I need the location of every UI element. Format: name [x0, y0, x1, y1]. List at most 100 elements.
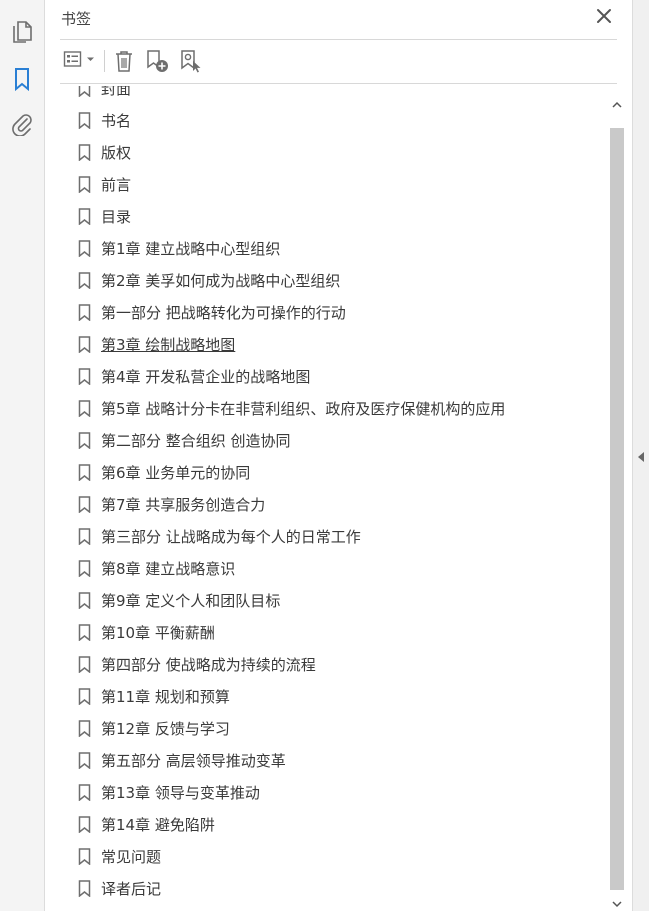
bookmark-item[interactable]: 版权 — [60, 136, 610, 168]
bookmark-icon — [78, 336, 91, 354]
scroll-thumb[interactable] — [610, 128, 624, 890]
panel-title: 书签 — [61, 10, 92, 28]
bookmark-item[interactable]: 第11章 规划和预算 — [60, 680, 610, 712]
bookmark-label: 第四部分 使战略成为持续的流程 — [101, 656, 316, 674]
bookmark-label: 第2章 美孚如何成为战略中心型组织 — [101, 272, 341, 290]
scroll-up-icon[interactable] — [612, 95, 622, 108]
bookmark-label: 第12章 反馈与学习 — [101, 720, 230, 738]
bookmark-icon — [78, 176, 91, 194]
bookmark-item[interactable]: 第12章 反馈与学习 — [60, 712, 610, 744]
bookmark-label: 第五部分 高层领导推动变革 — [101, 752, 286, 770]
bookmark-label: 目录 — [101, 208, 132, 226]
bookmark-label: 第5章 战略计分卡在非营利组织、政府及医疗保健机构的应用 — [101, 400, 506, 418]
bookmark-label: 第1章 建立战略中心型组织 — [101, 240, 281, 258]
bookmark-icon — [78, 592, 91, 610]
bookmark-list: 封面书名版权前言目录第1章 建立战略中心型组织第2章 美孚如何成为战略中心型组织… — [60, 86, 610, 908]
divider — [60, 83, 617, 84]
bookmark-label: 译者后记 — [101, 880, 162, 898]
collapse-arrow-icon — [637, 448, 645, 462]
bookmark-icon — [78, 112, 91, 130]
bookmark-label: 第9章 定义个人和团队目标 — [101, 592, 281, 610]
bookmark-item[interactable]: 第三部分 让战略成为每个人的日常工作 — [60, 520, 610, 552]
bookmark-label: 前言 — [101, 176, 132, 194]
scroll-down-icon[interactable] — [612, 894, 622, 908]
bookmark-label: 第二部分 整合组织 创造协同 — [101, 432, 291, 450]
bookmark-label: 第13章 领导与变革推动 — [101, 784, 260, 802]
new-bookmark-icon[interactable] — [144, 48, 170, 74]
bookmark-item[interactable]: 第二部分 整合组织 创造协同 — [60, 424, 610, 456]
bookmark-icon — [78, 464, 91, 482]
bookmark-item[interactable]: 第13章 领导与变革推动 — [60, 776, 610, 808]
bookmark-item[interactable]: 封面 — [60, 86, 610, 104]
delete-icon[interactable] — [112, 48, 136, 74]
bookmark-label: 第三部分 让战略成为每个人的日常工作 — [101, 528, 361, 546]
bookmark-panel-icon[interactable] — [9, 66, 35, 92]
bookmark-item[interactable]: 第10章 平衡薪酬 — [60, 616, 610, 648]
bookmark-label: 常见问题 — [101, 848, 162, 866]
bookmark-icon — [78, 432, 91, 450]
bookmark-item[interactable]: 第2章 美孚如何成为战略中心型组织 — [60, 264, 610, 296]
bookmark-label: 第一部分 把战略转化为可操作的行动 — [101, 304, 346, 322]
bookmark-item[interactable]: 目录 — [60, 200, 610, 232]
bookmark-label: 第7章 共享服务创造合力 — [101, 496, 266, 514]
pages-icon[interactable] — [9, 19, 35, 45]
bookmark-label: 版权 — [101, 144, 132, 162]
bookmarks-toolbar — [60, 46, 620, 76]
bookmark-item[interactable]: 第5章 战略计分卡在非营利组织、政府及医疗保健机构的应用 — [60, 392, 610, 424]
bookmark-label: 第11章 规划和预算 — [101, 688, 230, 706]
options-button[interactable] — [62, 48, 98, 74]
bookmark-item[interactable]: 常见问题 — [60, 840, 610, 872]
close-icon[interactable] — [595, 7, 613, 25]
bookmark-icon — [78, 816, 91, 834]
bookmark-item[interactable]: 第6章 业务单元的协同 — [60, 456, 610, 488]
bookmark-label: 书名 — [101, 112, 132, 130]
bookmark-item[interactable]: 第四部分 使战略成为持续的流程 — [60, 648, 610, 680]
options-icon — [63, 49, 97, 73]
bookmark-item[interactable]: 第7章 共享服务创造合力 — [60, 488, 610, 520]
bookmark-list-content: 封面书名版权前言目录第1章 建立战略中心型组织第2章 美孚如何成为战略中心型组织… — [60, 86, 610, 904]
bookmark-label: 第8章 建立战略意识 — [101, 560, 236, 578]
bookmark-icon — [78, 720, 91, 738]
right-pane-toggle[interactable] — [632, 0, 649, 911]
bookmark-icon — [78, 560, 91, 578]
bookmark-icon — [78, 86, 91, 98]
bookmark-icon — [78, 624, 91, 642]
divider — [60, 39, 617, 40]
bookmark-label: 封面 — [101, 86, 132, 98]
bookmark-label: 第10章 平衡薪酬 — [101, 624, 215, 642]
bookmark-item[interactable]: 第8章 建立战略意识 — [60, 552, 610, 584]
bookmark-from-structure-icon[interactable] — [178, 48, 204, 74]
bookmark-icon — [78, 368, 91, 386]
attachment-icon[interactable] — [9, 111, 35, 137]
bookmark-item[interactable]: 第3章 绘制战略地图 — [60, 328, 610, 360]
bookmark-icon — [78, 848, 91, 866]
bookmark-icon — [78, 144, 91, 162]
bookmark-item[interactable]: 书名 — [60, 104, 610, 136]
bookmark-icon — [78, 752, 91, 770]
bookmark-item[interactable]: 第五部分 高层领导推动变革 — [60, 744, 610, 776]
bookmark-icon — [78, 496, 91, 514]
bookmark-item[interactable]: 译者后记 — [60, 872, 610, 904]
toolbar-separator — [104, 50, 105, 72]
bookmark-label: 第14章 避免陷阱 — [101, 816, 215, 834]
bookmark-icon — [78, 688, 91, 706]
bookmark-icon — [78, 528, 91, 546]
bookmark-label: 第4章 开发私营企业的战略地图 — [101, 368, 311, 386]
bookmark-label: 第6章 业务单元的协同 — [101, 464, 251, 482]
bookmark-icon — [78, 208, 91, 226]
bookmark-item[interactable]: 第14章 避免陷阱 — [60, 808, 610, 840]
bookmark-item[interactable]: 第1章 建立战略中心型组织 — [60, 232, 610, 264]
vertical-scrollbar[interactable] — [609, 88, 625, 910]
bookmark-item[interactable]: 前言 — [60, 168, 610, 200]
bookmark-icon — [78, 880, 91, 898]
bookmark-icon — [78, 656, 91, 674]
bookmark-icon — [78, 400, 91, 418]
bookmark-item[interactable]: 第一部分 把战略转化为可操作的行动 — [60, 296, 610, 328]
bookmark-item[interactable]: 第9章 定义个人和团队目标 — [60, 584, 610, 616]
bookmarks-panel: 书签 封面 书名 版权 前言 目录 第1章 建立战略中心型组织 第2章 美孚如何… — [46, 0, 631, 911]
bookmark-item[interactable]: 第4章 开发私营企业的战略地图 — [60, 360, 610, 392]
bookmark-icon — [78, 240, 91, 258]
bookmark-label: 第3章 绘制战略地图 — [101, 336, 236, 354]
bookmark-icon — [78, 272, 91, 290]
bookmark-icon — [78, 784, 91, 802]
